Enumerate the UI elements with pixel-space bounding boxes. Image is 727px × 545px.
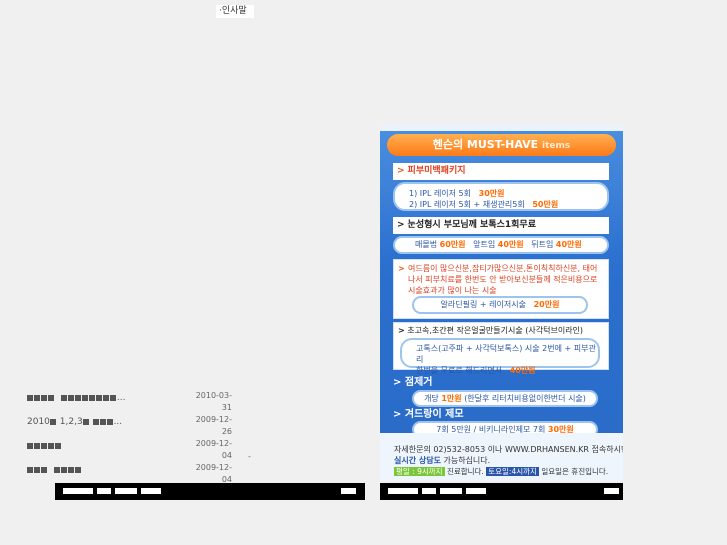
section-mole-removal-header: > 점제거 (393, 377, 433, 388)
promo-top-strip (380, 125, 623, 131)
promo-title: 헨슨의 MUST-HAVE items (387, 134, 616, 156)
tab-greeting-label: 인사말 (221, 6, 247, 16)
mole-removal-price: 개당 1만원 (한달후 리터치비용없이한번더 시술) (412, 390, 598, 407)
notice-date: 2010-03-31 (195, 391, 232, 412)
arrow-icon: > (398, 264, 405, 273)
list-item[interactable]: 2010 1,2,3 ... 2009-12-26 (27, 414, 232, 438)
notice-date: 2009-12-04 (195, 439, 232, 460)
arrow-icon: > (393, 377, 402, 388)
skin-whitening-prices: 1) IPL 레이저 5회 30만원 2) IPL 레이저 5회 + 재생관리5… (393, 182, 609, 211)
separator: - (248, 452, 251, 461)
promo-footer: 자세한문의 02)532-8053 이나 WWW.DRHANSEN.KR 접속하… (380, 433, 623, 481)
promo-banner[interactable]: 헨슨의 MUST-HAVE items > 피부미백패키지 1) IPL 레이저 … (380, 125, 623, 481)
arrow-icon: > (397, 166, 405, 176)
acne-treatment-price: 알라딘필링 + 레이저시술 20만원 (412, 296, 588, 314)
arrow-icon: > (393, 409, 402, 420)
arrow-icon: > (397, 220, 405, 230)
section-underarm-hair-header: > 겨드랑이 제모 (393, 409, 464, 420)
list-item[interactable]: ... 2010-03-31 (27, 390, 232, 414)
list-item[interactable]: 2009-12-04 (27, 438, 232, 462)
section-skin-whitening-header: > 피부미백패키지 (393, 163, 609, 180)
footer-bar-right (380, 483, 623, 500)
eye-surgery-prices: 매몰법 60만원 앞트임 40만원 뒤트임 40만원 (393, 236, 609, 254)
notice-list: ... 2010-03-31 2010 1,2,3 ... 2009-12-26… (27, 390, 232, 486)
notice-title[interactable]: ... (27, 393, 125, 403)
notice-title[interactable] (27, 441, 62, 451)
notice-date: 2009-12-26 (195, 415, 232, 436)
tab-greeting[interactable]: ·인사말 (216, 5, 254, 18)
arrow-icon: > (398, 326, 405, 335)
notice-title[interactable]: 2010 1,2,3 ... (27, 417, 122, 427)
section-eye-surgery-header: > 눈성형시 부모님께 보톡스1회무료 (393, 217, 609, 234)
v-line-prices: 고톡스(고주파 + 사각턱보톡스) 시술 2번에 + 피부관리 한번을 무료로 … (400, 338, 600, 375)
notice-title[interactable] (27, 465, 82, 475)
footer-bar-left (55, 483, 365, 500)
